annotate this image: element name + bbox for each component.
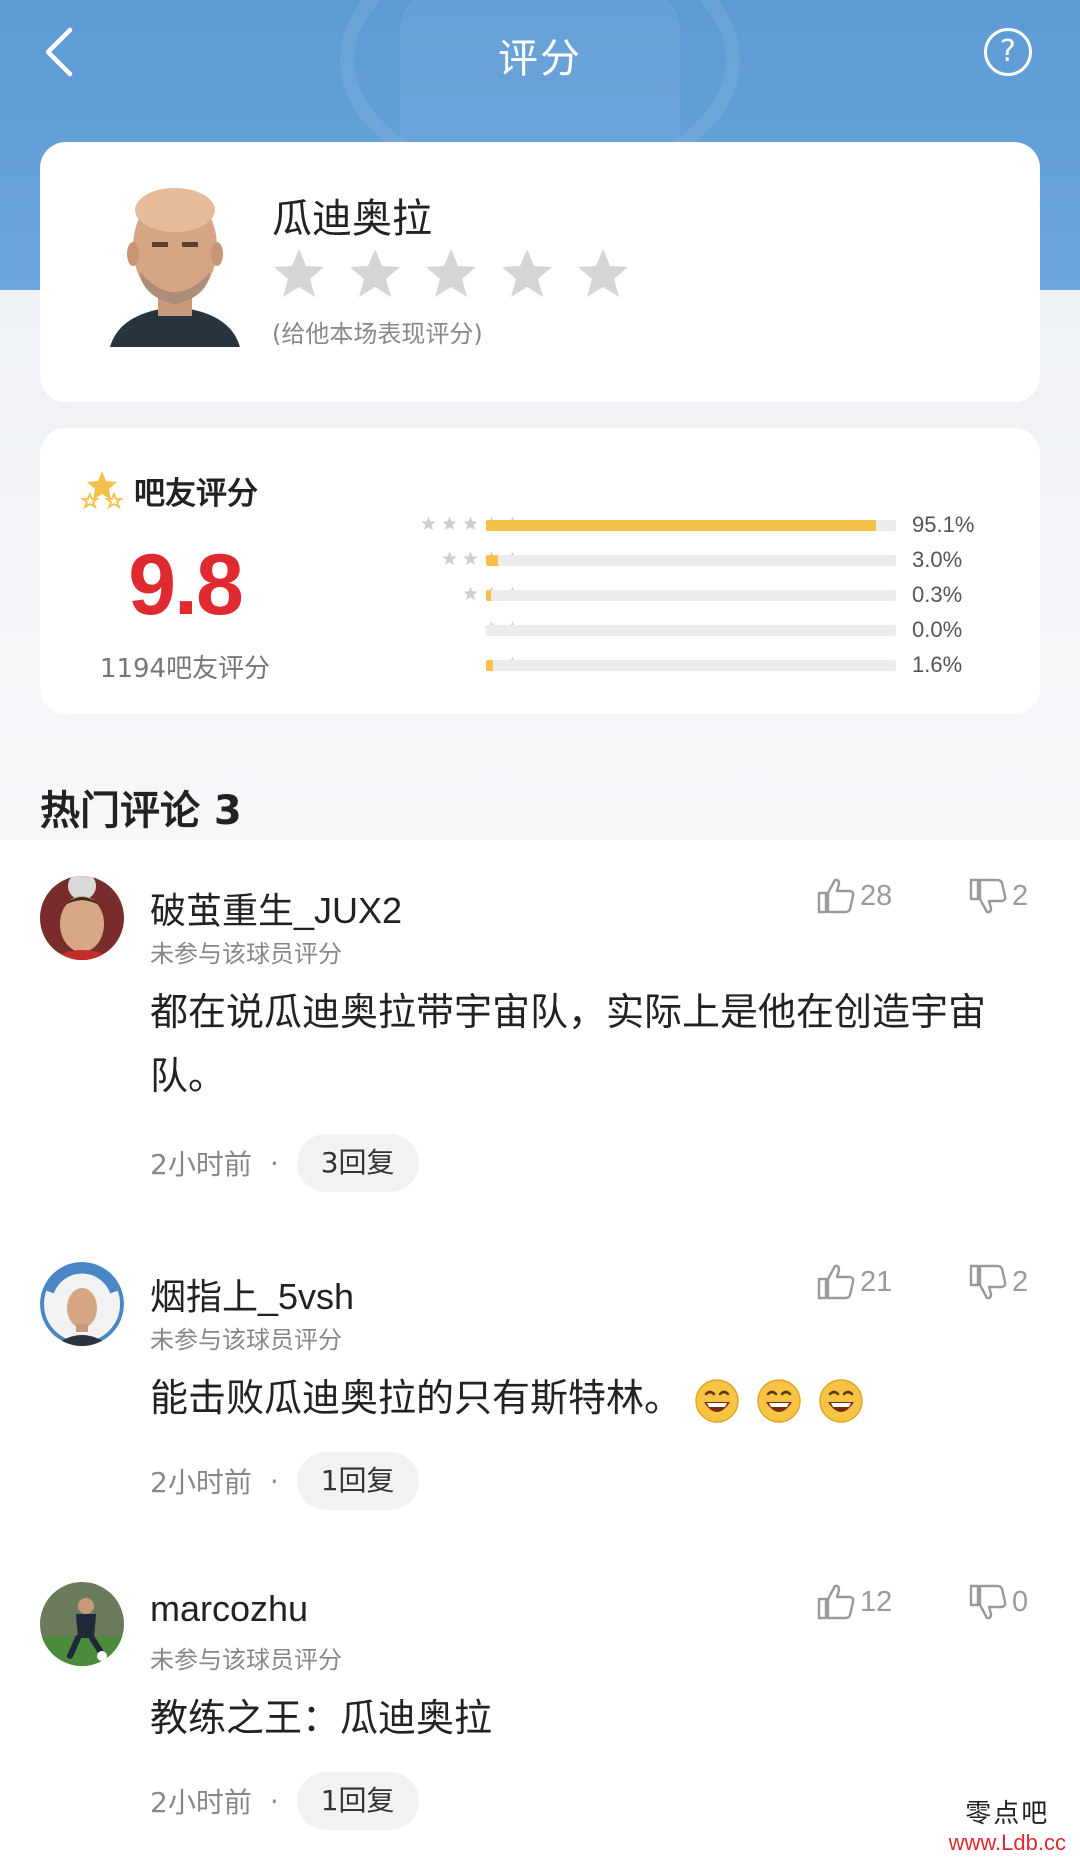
distribution-percent: 95.1% [912, 512, 975, 537]
comment-time: 2小时前 [150, 1148, 252, 1181]
star-icon [463, 516, 478, 530]
watermark-name: 零点吧 [965, 1799, 1050, 1829]
dislike-count: 0 [1012, 1585, 1029, 1618]
comment-text: 能击败瓜迪奥拉的只有斯特林。 [150, 1376, 683, 1420]
star-icon [442, 551, 457, 565]
distribution-row-5-star: 95.1% [40, 512, 1040, 542]
separator-dot: · [269, 1784, 279, 1818]
thumbs-down-icon [969, 878, 1007, 914]
like-button[interactable]: 28 [816, 876, 892, 916]
help-icon: ? [1000, 34, 1016, 69]
comment-meta: 2小时前 · 1回复 [150, 1772, 419, 1830]
like-count: 28 [860, 879, 893, 912]
distribution-bar-track [486, 625, 896, 636]
distribution-percent: 3.0% [912, 547, 963, 572]
star-icon[interactable] [576, 247, 630, 301]
fan-rating-title: 吧友评分 [134, 476, 258, 512]
distribution-bar-track [486, 520, 896, 531]
dislike-count: 2 [1012, 879, 1029, 912]
star-icon [421, 516, 436, 530]
reply-count-button[interactable]: 1回复 [296, 1772, 419, 1830]
like-button[interactable]: 21 [816, 1262, 892, 1302]
dislike-button[interactable]: 2 [968, 1262, 1028, 1302]
distribution-bar-track [486, 660, 896, 671]
hot-comments-title: 热门评论 3 [40, 788, 242, 834]
comment-text-row: 能击败瓜迪奥拉的只有斯特林。 [150, 1366, 1040, 1430]
star-icon [463, 551, 478, 565]
distribution-percent: 1.6% [912, 652, 963, 677]
comment-username[interactable]: marcozhu [150, 1588, 308, 1630]
like-button[interactable]: 12 [816, 1582, 892, 1622]
top-bar: 评分 ? [0, 0, 1080, 110]
dislike-count: 2 [1012, 1265, 1029, 1298]
site-watermark: 零点吧 www.Ldb.cc [949, 1793, 1066, 1856]
star-icon [463, 586, 478, 600]
star-icon[interactable] [424, 247, 478, 301]
user-avatar[interactable] [40, 1582, 124, 1666]
star-icon[interactable] [348, 247, 402, 301]
distribution-row-4-star: 3.0% [40, 547, 1040, 577]
separator-dot: · [269, 1146, 279, 1180]
dislike-button[interactable]: 2 [968, 876, 1028, 916]
comment-rating-status: 未参与该球员评分 [150, 1646, 342, 1674]
player-rating-card: 瓜迪奥拉 (给他本场表现评分) [40, 142, 1040, 402]
reply-count-button[interactable]: 1回复 [296, 1452, 419, 1510]
distribution-bar [486, 520, 876, 531]
comment-text: 教练之王：瓜迪奥拉 [150, 1696, 493, 1740]
rating-stars[interactable] [272, 247, 630, 301]
distribution-percent: 0.0% [912, 617, 963, 642]
distribution-bar [486, 660, 493, 671]
separator-dot: · [269, 1464, 279, 1498]
like-count: 12 [860, 1585, 893, 1618]
comment-username[interactable]: 破茧重生_JUX2 [150, 882, 402, 934]
comment-time: 2小时前 [150, 1786, 252, 1819]
thumbs-up-icon [817, 1264, 855, 1300]
star-icon[interactable] [272, 247, 326, 301]
coach-avatar [100, 172, 250, 347]
distribution-bar-track [486, 590, 896, 601]
user-avatar[interactable] [40, 876, 124, 960]
comment-meta: 2小时前 · 1回复 [150, 1452, 419, 1510]
thumbs-down-icon [969, 1584, 1007, 1620]
fan-rating-card: 吧友评分 9.8 1194吧友评分 95.1% 3.0% 0.3% 0.0% 1.6% [40, 428, 1040, 714]
fan-rating-header: 吧友评分 [80, 468, 258, 513]
distribution-row-1-star: 1.6% [40, 652, 1040, 682]
distribution-row-3-star: 0.3% [40, 582, 1040, 612]
reply-count-button[interactable]: 3回复 [296, 1134, 419, 1192]
laughing-emoji-icon [757, 1378, 801, 1423]
coach-name: 瓜迪奥拉 [272, 196, 432, 242]
page-title: 评分 [498, 36, 582, 82]
thumbs-up-icon [817, 1584, 855, 1620]
stars-badge-icon [80, 470, 124, 509]
thumbs-up-icon [817, 878, 855, 914]
distribution-bar [486, 555, 499, 566]
star-icon[interactable] [500, 247, 554, 301]
watermark-url: www.Ldb.cc [948, 1830, 1066, 1855]
rating-hint: (给他本场表现评分) [272, 320, 483, 348]
comment-rating-status: 未参与该球员评分 [150, 940, 342, 968]
user-avatar[interactable] [40, 1262, 124, 1346]
laughing-emoji-icon [695, 1378, 739, 1423]
comment-rating-status: 未参与该球员评分 [150, 1326, 342, 1354]
distribution-row-2-star: 0.0% [40, 617, 1040, 647]
distribution-percent: 0.3% [912, 582, 963, 607]
laughing-emoji-icon [819, 1378, 864, 1423]
comment-time: 2小时前 [150, 1466, 252, 1499]
comment-text: 都在说瓜迪奥拉带宇宙队，实际上是他在创造宇宙队。 [150, 990, 987, 1098]
distribution-bar-track [486, 555, 896, 566]
distribution-bar [486, 590, 491, 601]
help-button[interactable]: ? [984, 28, 1032, 76]
star-icon [442, 516, 457, 530]
comment-username[interactable]: 烟指上_5vsh [150, 1268, 354, 1320]
like-count: 21 [860, 1265, 893, 1298]
comment-meta: 2小时前 · 3回复 [150, 1134, 419, 1192]
thumbs-down-icon [969, 1264, 1007, 1300]
dislike-button[interactable]: 0 [968, 1582, 1028, 1622]
